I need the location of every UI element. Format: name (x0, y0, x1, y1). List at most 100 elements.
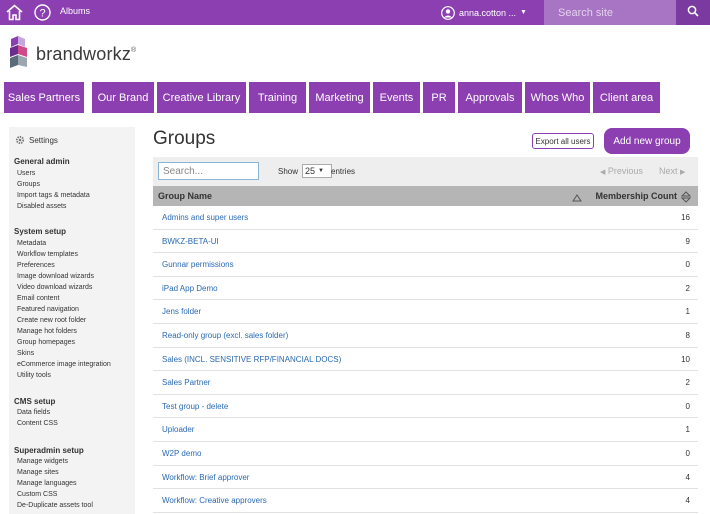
group-name-link[interactable]: iPad App Demo (162, 284, 218, 293)
sidebar-link-manage-sites[interactable]: Manage sites (17, 469, 59, 476)
top-bar: ? Albums anna.cotton ... ▼ (0, 0, 710, 25)
sidebar-link-email-content[interactable]: Email content (17, 295, 59, 302)
sidebar-link-manage-widgets[interactable]: Manage widgets (17, 458, 68, 465)
table-header: Group Name Membership Count (153, 186, 698, 206)
sidebar-link-content-css[interactable]: Content CSS (17, 420, 58, 427)
membership-count: 8 (685, 331, 690, 340)
nav-whos-who[interactable]: Whos Who (525, 82, 590, 113)
sort-both-icon[interactable] (680, 190, 692, 203)
group-name-link[interactable]: Jens folder (162, 307, 201, 316)
group-name-link[interactable]: Admins and super users (162, 213, 248, 222)
group-name-link[interactable]: W2P demo (162, 449, 201, 458)
search-button[interactable] (676, 0, 710, 25)
table-row[interactable]: Workflow: Brief approver 4 (153, 465, 698, 490)
group-name-link[interactable]: BWKZ-BETA-UI (162, 237, 219, 246)
sidebar-link-import-tags[interactable]: Import tags & metadata (17, 192, 90, 199)
export-users-button[interactable]: Export all users (532, 133, 594, 149)
page-size-select[interactable]: 25 ▼ (302, 164, 332, 178)
sidebar-link-data-fields[interactable]: Data fields (17, 409, 50, 416)
sidebar-link-utility-tools[interactable]: Utility tools (17, 372, 51, 379)
column-group-name[interactable]: Group Name (158, 191, 212, 201)
sidebar-link-manage-languages[interactable]: Manage languages (17, 480, 77, 487)
group-name-link[interactable]: Workflow: Creative approvers (162, 496, 267, 505)
membership-count: 10 (681, 354, 690, 364)
sidebar-link-video-download-wizards[interactable]: Video download wizards (17, 284, 92, 291)
sidebar-link-groups[interactable]: Groups (17, 181, 40, 188)
sidebar-link-users[interactable]: Users (17, 170, 35, 177)
table-row[interactable]: Workflow: Creative approvers 4 (153, 489, 698, 513)
settings-label: Settings (29, 135, 58, 145)
sidebar-link-ecommerce-integration[interactable]: eCommerce image integration (17, 361, 111, 368)
nav-sales-partners[interactable]: Sales Partners (4, 82, 84, 113)
group-name-link[interactable]: Sales (INCL. SENSITIVE RFP/FINANCIAL DOC… (162, 355, 341, 364)
chevron-left-icon: ◀ (600, 169, 606, 176)
brand-logo[interactable]: brandworkz ® (8, 35, 136, 72)
next-page-button[interactable]: Next ▶ (659, 166, 685, 176)
group-name-link[interactable]: Gunnar permissions (162, 260, 234, 269)
nav-marketing[interactable]: Marketing (309, 82, 370, 113)
sidebar-link-metadata[interactable]: Metadata (17, 240, 46, 247)
group-name-link[interactable]: Uploader (162, 425, 194, 434)
sidebar-link-preferences[interactable]: Preferences (17, 262, 55, 269)
table-row[interactable]: Gunnar permissions 0 (153, 253, 698, 277)
nav-our-brand[interactable]: Our Brand (92, 82, 154, 113)
table-row[interactable]: Test group - delete 0 (153, 394, 698, 419)
nav-client-area[interactable]: Client area (593, 82, 660, 113)
albums-link[interactable]: Albums (60, 6, 90, 16)
nav-pr[interactable]: PR (423, 82, 455, 113)
sidebar-link-image-download-wizards[interactable]: Image download wizards (17, 273, 94, 280)
page-title: Groups (153, 128, 216, 149)
help-icon[interactable]: ? (33, 3, 52, 22)
membership-count: 16 (681, 213, 690, 222)
membership-count: 0 (685, 260, 690, 270)
section-system-setup: System setup (14, 227, 67, 236)
next-label: Next (659, 166, 678, 176)
section-superadmin-setup: Superadmin setup (14, 446, 84, 455)
add-group-button[interactable]: Add new group (604, 128, 690, 154)
group-name-link[interactable]: Test group - delete (162, 402, 228, 411)
sidebar-link-workflow-templates[interactable]: Workflow templates (17, 251, 78, 258)
table-row[interactable]: Sales Partner 2 (153, 371, 698, 395)
sidebar-link-featured-navigation[interactable]: Featured navigation (17, 306, 79, 313)
section-cms-setup: CMS setup (14, 397, 56, 406)
sidebar-link-group-homepages[interactable]: Group homepages (17, 339, 75, 346)
chevron-down-icon: ▼ (318, 168, 324, 174)
table-row[interactable]: Admins and super users 16 (153, 206, 698, 230)
nav-creative-library[interactable]: Creative Library (157, 82, 246, 113)
previous-page-button[interactable]: ◀ Previous (600, 166, 643, 176)
table-row[interactable]: Sales (INCL. SENSITIVE RFP/FINANCIAL DOC… (153, 347, 698, 372)
page-size-value: 25 (305, 166, 316, 176)
column-membership-count[interactable]: Membership Count (595, 191, 677, 201)
sidebar-link-deduplicate-tool[interactable]: De-Duplicate assets tool (17, 502, 93, 509)
nav-training[interactable]: Training (249, 82, 306, 113)
table-controls: Show 25 ▼ entries ◀ Previous Next ▶ (153, 157, 698, 186)
logo-text: brandworkz (36, 43, 132, 64)
user-menu[interactable]: anna.cotton ... ▼ (441, 3, 527, 22)
sidebar-link-manage-hot-folders[interactable]: Manage hot folders (17, 328, 77, 335)
nav-events[interactable]: Events (373, 82, 420, 113)
sidebar-link-disabled-assets[interactable]: Disabled assets (17, 203, 66, 210)
group-name-link[interactable]: Sales Partner (162, 378, 210, 387)
sidebar-link-create-root-folder[interactable]: Create new root folder (17, 317, 86, 324)
table-row[interactable]: Jens folder 1 (153, 300, 698, 324)
section-general-admin: General admin (14, 157, 70, 166)
table-row[interactable]: Uploader 1 (153, 418, 698, 442)
group-name-link[interactable]: Workflow: Brief approver (162, 473, 249, 482)
membership-count: 0 (685, 401, 690, 411)
sidebar-link-custom-css[interactable]: Custom CSS (17, 491, 57, 498)
home-icon[interactable] (5, 3, 24, 22)
table-row[interactable]: iPad App Demo 2 (153, 276, 698, 301)
table-row[interactable]: W2P demo 0 (153, 442, 698, 466)
table-search-input[interactable] (158, 162, 259, 180)
membership-count: 4 (685, 496, 690, 506)
gear-icon (15, 135, 25, 145)
site-search-input[interactable] (544, 0, 676, 25)
admin-sidebar: Settings General admin Users Groups Impo… (9, 127, 135, 514)
table-row[interactable]: Read-only group (excl. sales folder) 8 (153, 324, 698, 348)
group-name-link[interactable]: Read-only group (excl. sales folder) (162, 331, 288, 340)
sort-ascending-icon[interactable] (572, 190, 582, 202)
sidebar-link-skins[interactable]: Skins (17, 350, 34, 357)
nav-approvals[interactable]: Approvals (458, 82, 522, 113)
table-row[interactable]: BWKZ-BETA-UI 9 (153, 229, 698, 254)
svg-text:?: ? (39, 8, 45, 20)
